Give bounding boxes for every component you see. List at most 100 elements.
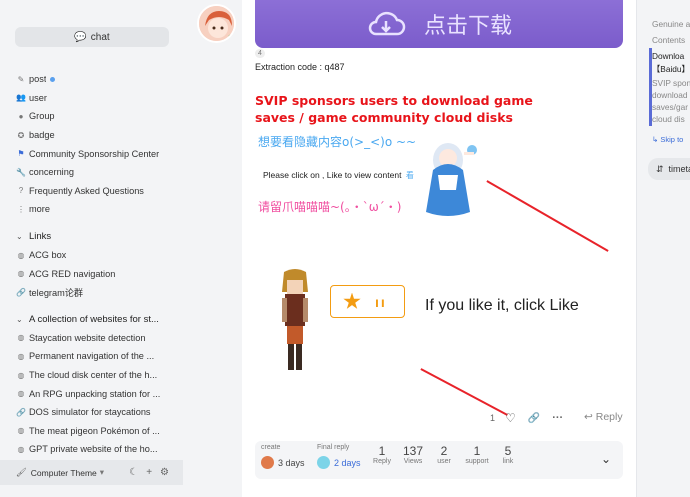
sidebar-item-sponsorship[interactable]: ⚑ Community Sponsorship Center: [16, 144, 168, 163]
question-icon: ?: [18, 186, 24, 196]
globe-icon: ◍: [17, 444, 25, 454]
users-icon: 👥: [16, 93, 26, 103]
link-icon[interactable]: 🔗: [528, 413, 540, 424]
meta-final-reply[interactable]: Final reply 2 days: [317, 444, 361, 469]
sidebar-item-faq[interactable]: ? Frequently Asked Questions: [16, 182, 168, 201]
download-banner-text: 点击下载: [423, 14, 512, 39]
avatar-image: [199, 6, 234, 41]
like-count: 1: [490, 413, 496, 423]
reply-label: Reply: [595, 411, 623, 423]
hidden-content-notice: Please click on , Like to view content 看: [263, 170, 414, 181]
sidebar-item-post[interactable]: ✎ post: [16, 70, 168, 89]
sidebar-nav: ✎ post 👥 user ● Group ✪ badge ⚑ Community Spo…: [16, 70, 168, 459]
timeline-button[interactable]: ⇵ timeta: [648, 158, 690, 180]
pink-meow-text: 请留爪喵喵喵~(。・`ω´・): [258, 200, 402, 214]
chevron-down-icon: ▾: [99, 467, 105, 477]
more-horizontal-icon[interactable]: ···: [552, 412, 563, 424]
like-caption: If you like it, click Like: [425, 297, 579, 314]
anime-girl-illustration: [426, 143, 477, 216]
toc-line-6[interactable]: saves/gar: [652, 102, 688, 112]
sidebar-item-badge[interactable]: ✪ badge: [16, 126, 168, 145]
sidebar-site-dos[interactable]: 🔗 DOS simulator for staycations: [16, 403, 168, 422]
toc-line-1[interactable]: Contents: [652, 35, 685, 45]
meta-stat-users: 2 user: [437, 444, 451, 465]
avatar[interactable]: [197, 4, 236, 43]
chat-label: chat: [90, 31, 110, 43]
meta-created-label: create: [261, 444, 281, 451]
extraction-code: Extraction code : q487: [255, 62, 345, 72]
click-like-text: Please click on , Like to view content: [263, 170, 402, 180]
pen-icon: ✎: [17, 74, 25, 84]
sidebar-item-group[interactable]: ● Group: [16, 107, 168, 126]
toc-line-4[interactable]: SVIP spon: [652, 78, 690, 88]
moon-icon[interactable]: ☾: [129, 467, 138, 478]
skip-link[interactable]: ↳ Skip to: [652, 135, 683, 144]
sidebar-site-pokemon[interactable]: ◍ The meat pigeon Pokémon of ...: [16, 422, 168, 441]
meta-final-reply-value: 2 days: [334, 457, 361, 468]
reply-button[interactable]: ↩ Reply: [584, 411, 623, 423]
globe-icon: ◍: [17, 351, 25, 361]
divider: [636, 0, 637, 497]
sidebar-site-staycation[interactable]: ◍ Staycation website detection: [16, 329, 168, 348]
theme-select[interactable]: Computer Theme: [31, 468, 97, 478]
star-icon: [343, 292, 361, 309]
pixel-character-illustration: [282, 269, 308, 370]
svip-line-1: SVIP sponsors users to download game: [255, 93, 533, 108]
timeline-icon: ⇵: [656, 163, 664, 174]
post-actions: 1 ♡ 🔗 ···: [490, 410, 563, 426]
gear-icon[interactable]: ⚙: [160, 467, 169, 478]
download-banner[interactable]: 点击下载: [255, 0, 623, 48]
post-card: [242, 0, 637, 497]
globe-icon: ◍: [17, 370, 25, 380]
chevron-down-icon: ⌄: [600, 452, 612, 466]
chevron-down-icon: ⌄: [16, 314, 23, 324]
skip-arrow-icon: ↳: [652, 135, 659, 144]
table-of-contents-panel: Genuine a Contents Downloa 【Baidu】 SVIP …: [645, 0, 690, 497]
topic-map: create 3 days Final reply 2 days 1 Reply …: [255, 441, 623, 479]
sidebar-site-gpt[interactable]: ◍ GPT private website of the ho...: [16, 440, 168, 459]
like-box-text: ıı: [375, 293, 387, 310]
sidebar: 💬 chat ✎ post 👥 user ● Group ✪ badge ⚑ Commun…: [0, 0, 183, 497]
sidebar-item-user[interactable]: 👥 user: [16, 89, 168, 108]
meta-stat-links: 5 link: [502, 444, 514, 465]
sidebar-item-concerning[interactable]: 🔧 concerning: [16, 163, 168, 182]
sidebar-site-permanent-nav[interactable]: ◍ Permanent navigation of the ...: [16, 347, 168, 366]
meta-stat-replies: 1 Reply: [373, 444, 391, 465]
link-icon: 🔗: [16, 287, 26, 297]
globe-icon: ◍: [17, 333, 25, 343]
sidebar-site-rpg[interactable]: ◍ An RPG unpacking station for ...: [16, 384, 168, 403]
expand-topic-map-button[interactable]: ⌄: [591, 444, 621, 474]
cloud-download-icon: [368, 11, 406, 36]
sidebar-site-cloud-disk[interactable]: ◍ The cloud disk center of the h...: [16, 366, 168, 385]
chat-button[interactable]: 💬 chat: [15, 27, 169, 47]
sidebar-link-acg-box[interactable]: ◍ ACG box: [16, 246, 168, 265]
link-icon: 🔗: [16, 407, 26, 417]
sidebar-link-telegram[interactable]: 🔗 telegram论群: [16, 283, 168, 302]
heart-icon[interactable]: ♡: [505, 411, 516, 425]
toc-line-0[interactable]: Genuine a: [652, 19, 690, 29]
meta-created[interactable]: create 3 days: [261, 444, 305, 469]
like-image-box: ıı: [330, 285, 405, 318]
unread-dot: [50, 76, 56, 82]
meta-final-reply-label: Final reply: [317, 444, 350, 451]
toc-line-5[interactable]: download: [652, 90, 688, 100]
toc-line-2[interactable]: Downloa: [652, 51, 684, 61]
plus-icon[interactable]: +: [146, 467, 152, 478]
meta-stat-support: 1 support: [465, 444, 489, 465]
click-count-badge: 4: [255, 49, 265, 58]
sidebar-item-more[interactable]: ⋮ more: [16, 200, 168, 219]
meta-stat-views: 137 Views: [402, 444, 424, 465]
flag-icon: ⚑: [17, 149, 25, 159]
globe-icon: ◍: [17, 389, 25, 399]
chevron-down-icon: ⌄: [16, 231, 23, 241]
toc-line-3[interactable]: 【Baidu】: [652, 63, 690, 75]
toc-line-7[interactable]: cloud dis: [652, 114, 685, 124]
badge-icon: ✪: [17, 130, 25, 140]
svip-notice: SVIP sponsors users to download game sav…: [255, 92, 533, 126]
wrench-icon: 🔧: [16, 167, 26, 177]
brush-icon: 🖌: [16, 467, 27, 477]
links-section-header[interactable]: ⌄ Links: [16, 227, 168, 246]
hidden-content-text: 想要看隐藏内容o(>_<)o ~~: [258, 135, 417, 149]
websites-section-header[interactable]: ⌄ A collection of websites for st...: [16, 310, 168, 329]
sidebar-link-acg-red[interactable]: ◍ ACG RED navigation: [16, 264, 168, 283]
